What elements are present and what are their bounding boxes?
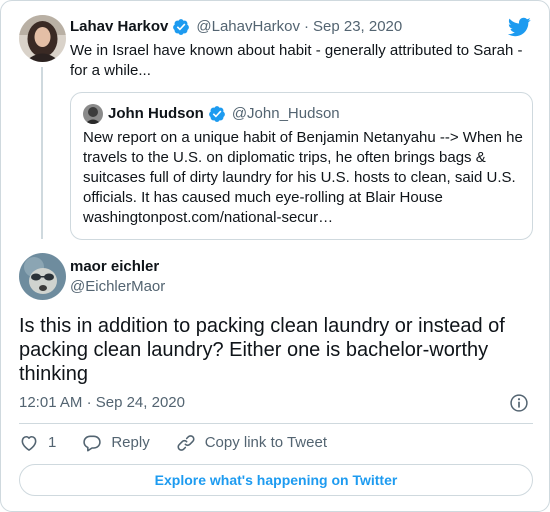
link-icon (177, 435, 195, 451)
main-author-name[interactable]: maor eichler (70, 257, 159, 277)
twitter-bird-icon[interactable] (507, 15, 531, 39)
tweet-time: 12:01 AM (19, 394, 83, 411)
parent-tweet-header: Lahav Harkov @LahavHarkov · Sep 23, 2020 (70, 17, 402, 37)
quoted-tweet-text: New report on a unique habit of Benjamin… (83, 129, 523, 226)
reply-button[interactable]: Reply (82, 433, 150, 453)
avatar-lahav-harkov[interactable] (19, 15, 66, 62)
copy-link-button[interactable]: Copy link to Tweet (176, 433, 327, 453)
divider (19, 423, 533, 424)
tweet-embed-card: Lahav Harkov @LahavHarkov · Sep 23, 2020… (0, 0, 550, 512)
main-author-handle[interactable]: @EichlerMaor (70, 277, 165, 297)
explore-twitter-button[interactable]: Explore what's happening on Twitter (19, 464, 533, 496)
parent-author-handle[interactable]: @LahavHarkov (196, 17, 300, 37)
heart-icon (21, 435, 37, 451)
parent-author-name[interactable]: Lahav Harkov (70, 17, 168, 37)
reply-label: Reply (111, 434, 150, 451)
copy-link-label: Copy link to Tweet (204, 434, 327, 451)
quoted-author-name: John Hudson (108, 105, 204, 122)
verified-badge-icon (208, 106, 225, 122)
like-count: 1 (48, 434, 57, 451)
thread-connector-line (41, 67, 43, 239)
like-button[interactable]: 1 (19, 433, 56, 453)
info-icon[interactable] (509, 393, 529, 413)
verified-badge-icon (173, 19, 190, 35)
quoted-tweet[interactable]: John Hudson @John_Hudson New report on a… (70, 92, 533, 240)
timestamp-separator: · (86, 394, 92, 411)
parent-tweet-date[interactable]: Sep 23, 2020 (313, 17, 402, 37)
avatar-maor-eichler[interactable] (19, 253, 66, 300)
main-tweet-timestamp[interactable]: 12:01 AM · Sep 24, 2020 (19, 393, 185, 413)
tweet-actions: 1 Reply Copy link to Tweet (19, 433, 327, 453)
quoted-tweet-header: John Hudson @John_Hudson (83, 104, 340, 124)
parent-tweet-text: We in Israel have known about habit - ge… (70, 42, 523, 79)
avatar-john-hudson (83, 104, 103, 124)
quoted-author-handle: @John_Hudson (231, 105, 340, 122)
header-separator: · (304, 18, 309, 35)
speech-bubble-icon (83, 435, 102, 452)
tweet-date: Sep 24, 2020 (95, 394, 185, 411)
main-tweet-text: Is this in addition to packing clean lau… (19, 315, 505, 385)
